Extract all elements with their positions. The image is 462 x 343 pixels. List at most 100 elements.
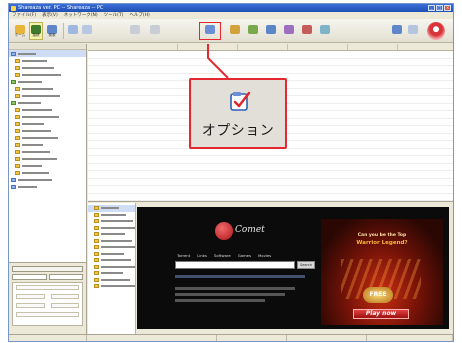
tree-item-text [101,207,119,210]
maximize-button[interactable]: □ [436,5,443,11]
search-panel-row [13,283,82,292]
tree-item-text [101,220,133,223]
tree-item[interactable] [9,155,86,162]
table-row[interactable] [88,194,453,201]
tree-item[interactable] [9,183,86,190]
folder-icon [94,258,99,263]
ad-tab[interactable]: Torrent [177,253,190,258]
toolbar-extra-button-2[interactable] [407,22,419,40]
table-row[interactable] [88,179,453,186]
search-panel-row [13,292,82,301]
ad-tab[interactable]: Software [214,253,231,258]
ad-search-input[interactable] [175,261,295,269]
toolbar-media-button-3[interactable] [263,22,279,40]
tree-item[interactable] [9,64,86,71]
table-row[interactable] [88,164,453,171]
banner-play-button[interactable]: Play now [353,309,409,319]
column-header[interactable] [238,44,288,50]
tree-item[interactable] [9,57,86,64]
tree-item[interactable] [9,120,86,127]
toolbar-extra-button-1[interactable] [389,22,405,40]
ad-logo[interactable]: Comet [215,222,271,240]
menu-view[interactable]: 表示(V) [42,12,58,19]
tree-item[interactable] [9,134,86,141]
toolbar-refresh-button[interactable] [149,22,161,40]
tree-item-text [18,52,36,55]
search-panel-field[interactable] [16,294,45,299]
toolbar-media-button-1[interactable] [227,22,243,40]
tree-item[interactable] [9,106,86,113]
column-header[interactable] [288,44,348,50]
folder-icon [15,107,20,112]
search-panel-field[interactable] [50,303,79,308]
table-row[interactable] [88,149,453,156]
preview-folder-tree [88,203,136,334]
table-row[interactable] [88,51,453,59]
column-header[interactable] [348,44,398,50]
tree-item-text [18,101,41,104]
menu-help[interactable]: ヘルプ(H) [129,12,149,19]
close-button[interactable]: × [444,5,451,11]
menu-file[interactable]: ファイル(F) [12,12,36,19]
tree-item[interactable] [9,113,86,120]
tree-item[interactable] [9,127,86,134]
ad-tab[interactable]: Movies [258,253,271,258]
search-panel-title[interactable] [12,266,83,272]
callout-label: オプション [201,123,275,139]
ad-news-line [175,287,295,290]
menu-tools[interactable]: ツール(T) [104,12,124,19]
menu-network[interactable]: ネットワーク(N) [64,12,98,19]
tree-item[interactable] [9,148,86,155]
tree-item[interactable] [9,92,86,99]
tree-item[interactable] [9,99,86,106]
tree-item[interactable] [9,169,86,176]
tree-item[interactable] [9,85,86,92]
tree-item[interactable] [9,78,86,85]
search-panel-field[interactable] [50,294,79,299]
folder-icon [94,264,99,269]
title-bar[interactable]: Shareaza ver. PC -- Shareaza -- PC _ □ × [9,4,453,12]
folder-icon [15,149,20,154]
toolbar-stop-button[interactable] [129,22,141,40]
search-panel-tab-1[interactable] [12,274,47,280]
ad-game-banner[interactable]: Can you be the Top Warrior Legend? FREE … [321,219,443,325]
toolbar-home-button[interactable]: ホーム [13,22,27,40]
tree-item[interactable] [9,176,86,183]
minimize-button[interactable]: _ [428,5,435,11]
table-row[interactable] [88,186,453,194]
toolbar-back-button[interactable] [67,22,79,40]
toolbar-media-button-5[interactable] [299,22,315,40]
table-row[interactable] [88,66,453,74]
toolbar-media-button-6[interactable] [317,22,333,40]
ad-tab[interactable]: Links [197,253,207,258]
search-panel-field[interactable] [16,285,79,290]
search-panel-body [12,282,83,326]
search-panel-field[interactable] [16,303,45,308]
ad-search-button[interactable]: Search [297,261,315,269]
search-panel-field[interactable] [16,312,79,317]
column-header[interactable] [88,44,178,50]
table-row[interactable] [88,59,453,66]
media-icon [230,25,240,34]
search-panel-tab-2[interactable] [48,274,83,280]
ad-links[interactable] [175,274,305,278]
tree-item[interactable] [9,50,86,57]
tree-item[interactable] [9,71,86,78]
tree-item[interactable] [88,283,135,290]
column-header[interactable] [398,44,453,50]
table-row[interactable] [88,156,453,164]
ad-tab[interactable]: Games [238,253,251,258]
toolbar-connect-button[interactable]: 接続 [29,22,43,40]
forward-icon [82,25,92,34]
toolbar-options-button[interactable] [199,22,221,40]
column-header[interactable] [178,44,238,50]
table-row[interactable] [88,171,453,179]
toolbar-forward-button[interactable] [81,22,93,40]
tree-item-text [18,80,42,83]
search-panel-tabs [12,274,83,280]
toolbar-media-button-2[interactable] [245,22,261,40]
toolbar-media-button-4[interactable] [281,22,297,40]
tree-item[interactable] [9,162,86,169]
tree-item[interactable] [9,141,86,148]
toolbar-search-button[interactable]: 検索 [45,22,59,40]
